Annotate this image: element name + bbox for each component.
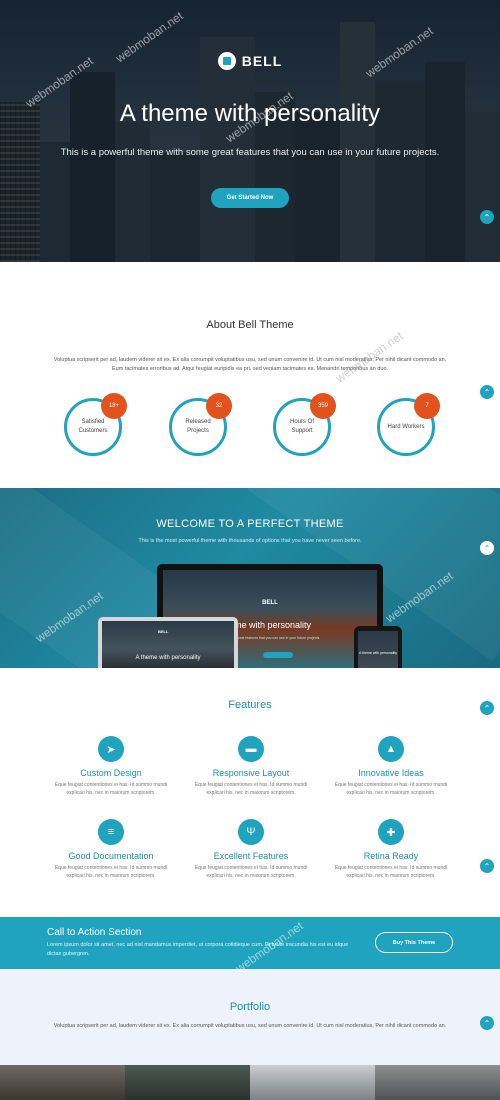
stat-label: Satisfied Customers — [78, 419, 108, 434]
stat-number: 7 — [414, 393, 440, 419]
feature-title: Excellent Features — [213, 851, 289, 861]
stat-number: 18+ — [101, 393, 127, 419]
cta-text: Lorem ipsum dolor sit amet, nec ad nisl … — [47, 942, 349, 957]
feature-title: Innovative Ideas — [358, 768, 424, 778]
portfolio-text: Voluptua scripserit per ad, laudem vider… — [53, 1023, 447, 1029]
feature-text: Eque feugiat contentiones ei has. Id sum… — [54, 865, 168, 879]
phone-screen: A theme with personality — [358, 631, 398, 668]
about-text: Voluptua scripserit per ad, laudem vider… — [53, 357, 447, 372]
laptop-logo: BELL — [158, 629, 169, 634]
about-title: About Bell Theme — [206, 319, 294, 331]
phone-text: A theme with personality — [359, 651, 397, 655]
bell-logo-icon — [217, 52, 236, 70]
stat-circle: Satisfied Customers 18+ — [64, 393, 127, 456]
mock-button — [263, 652, 293, 658]
portfolio-thumb[interactable] — [375, 1065, 500, 1100]
welcome-title: WELCOME TO A PERFECT THEME — [156, 518, 344, 530]
feature-text: Eque feugiat contentiones ei has. Id sum… — [54, 782, 168, 796]
feature-title: Good Documentation — [68, 851, 154, 861]
feature-text: Eque feugiat contentiones ei has. Id sum… — [194, 782, 308, 796]
feature-item: Ψ Excellent Features Eque feugiat conten… — [186, 819, 316, 880]
hero-overlay — [0, 0, 500, 262]
feature-title: Custom Design — [80, 768, 142, 778]
scroll-up-icon[interactable]: ⌃ — [480, 385, 494, 399]
stat-circle: Hours Of Support 359 — [273, 393, 336, 456]
stat-circle: Released Projects 32 — [169, 393, 232, 456]
buy-theme-button[interactable]: Buy This Theme — [375, 932, 453, 953]
bell-icon: ▲ — [378, 736, 404, 762]
welcome-subtitle: This is the most powerful theme with tho… — [138, 538, 362, 544]
rocket-icon: ➤ — [98, 736, 124, 762]
feature-item: ✚ Retina Ready Eque feugiat contentiones… — [326, 819, 456, 880]
feature-title: Retina Ready — [363, 851, 419, 861]
feature-item: ≡ Good Documentation Eque feugiat conten… — [46, 819, 176, 880]
document-icon: ≡ — [98, 819, 124, 845]
scroll-up-icon[interactable]: ⌃ — [480, 859, 494, 873]
scroll-up-icon[interactable]: ⌃ — [480, 1016, 494, 1030]
features-title: Features — [228, 699, 272, 711]
portfolio-title: Portfolio — [229, 1001, 271, 1013]
portfolio-thumb[interactable] — [125, 1065, 250, 1100]
logo-text: BELL — [241, 53, 283, 69]
portfolio-section — [0, 969, 500, 1065]
mock-logo: BELL — [262, 600, 278, 606]
laptop-screen: BELL A theme with personality — [102, 621, 234, 668]
feature-item: ▬ Responsive Layout Eque feugiat content… — [186, 736, 316, 797]
scroll-up-icon[interactable]: ⌃ — [480, 701, 494, 715]
feature-text: Eque feugiat contentiones ei has. Id sum… — [334, 865, 448, 879]
stat-number: 359 — [310, 393, 336, 419]
stat-label: Released Projects — [185, 419, 211, 434]
scroll-down-icon[interactable]: ⌃ — [480, 210, 494, 224]
scroll-up-icon[interactable]: ⌃ — [480, 541, 494, 555]
feature-item: ▲ Innovative Ideas Eque feugiat contenti… — [326, 736, 456, 797]
laptop-title: A theme with personality — [135, 655, 201, 661]
feature-text: Eque feugiat contentiones ei has. Id sum… — [194, 865, 308, 879]
stat-number: 32 — [206, 393, 232, 419]
site-logo[interactable]: BELL — [0, 52, 500, 70]
hero-subtitle: This is a powerful theme with some great… — [60, 147, 440, 158]
cta-title: Call to Action Section — [47, 927, 142, 938]
laptop-mockup: BELL A theme with personality — [98, 617, 238, 668]
layout-icon: ▬ — [238, 736, 264, 762]
stat-label: Hard Workers — [387, 423, 425, 430]
stat-label: Hours Of Support — [289, 419, 314, 434]
portfolio-thumb[interactable] — [0, 1065, 125, 1100]
phone-mockup: A theme with personality — [354, 626, 402, 668]
get-started-button[interactable]: Get Started Now — [211, 188, 289, 208]
gift-icon: ✚ — [378, 819, 404, 845]
feature-item: ➤ Custom Design Eque feugiat contentione… — [46, 736, 176, 797]
feature-title: Responsive Layout — [212, 768, 290, 778]
portfolio-thumb[interactable] — [250, 1065, 375, 1100]
cutlery-icon: Ψ — [238, 819, 264, 845]
hero-section — [0, 0, 500, 262]
stat-circle: Hard Workers 7 — [377, 393, 440, 456]
hero-title: A theme with personality — [119, 100, 381, 127]
feature-text: Eque feugiat contentiones ei has. Id sum… — [334, 782, 448, 796]
